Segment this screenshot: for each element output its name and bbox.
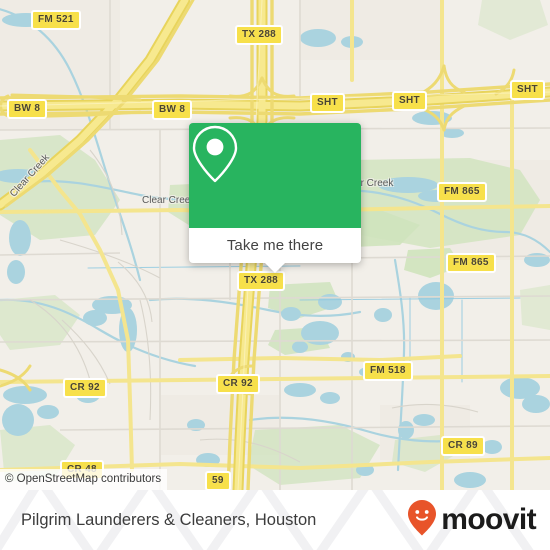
screenshot-root: FM 521 TX 288 BW 8 BW 8 SHT SHT SHT FM 8… — [0, 0, 550, 550]
moovit-logo[interactable]: moovit — [407, 490, 537, 550]
road-shield: FM 518 — [363, 361, 413, 381]
road-shield: CR 92 — [216, 374, 260, 394]
water-label-clear-creek: Clear Creek — [142, 195, 196, 206]
place-title: Pilgrim Launderers & Cleaners, Houston — [21, 510, 317, 529]
footer-bar: Pilgrim Launderers & Cleaners, Houston m… — [0, 490, 550, 550]
callout-icon-area — [189, 123, 361, 228]
road-shield: CR 92 — [63, 378, 107, 398]
take-me-there-callout[interactable]: Take me there — [189, 123, 361, 273]
road-shield: TX 288 — [237, 271, 286, 291]
map-canvas[interactable]: FM 521 TX 288 BW 8 BW 8 SHT SHT SHT FM 8… — [0, 0, 550, 490]
road-shield: BW 8 — [152, 100, 193, 120]
callout-tail — [265, 263, 285, 273]
road-shield: TX 288 — [235, 25, 284, 45]
osm-attribution[interactable]: © OpenStreetMap contributors — [0, 469, 168, 490]
road-shield: FM 521 — [31, 10, 81, 30]
road-shield: FM 865 — [437, 182, 487, 202]
moovit-wordmark: moovit — [441, 503, 536, 536]
road-shield: 59 — [205, 471, 231, 490]
moovit-smiley-pin-icon — [407, 499, 437, 542]
take-me-there-button[interactable]: Take me there — [189, 228, 361, 263]
road-shield: SHT — [310, 93, 345, 113]
road-shield: CR 89 — [441, 436, 485, 456]
road-shield: SHT — [392, 91, 427, 111]
road-shield: SHT — [510, 80, 545, 100]
take-me-there-label: Take me there — [226, 237, 324, 254]
road-shield: FM 865 — [446, 253, 496, 273]
road-shield: BW 8 — [7, 99, 48, 119]
